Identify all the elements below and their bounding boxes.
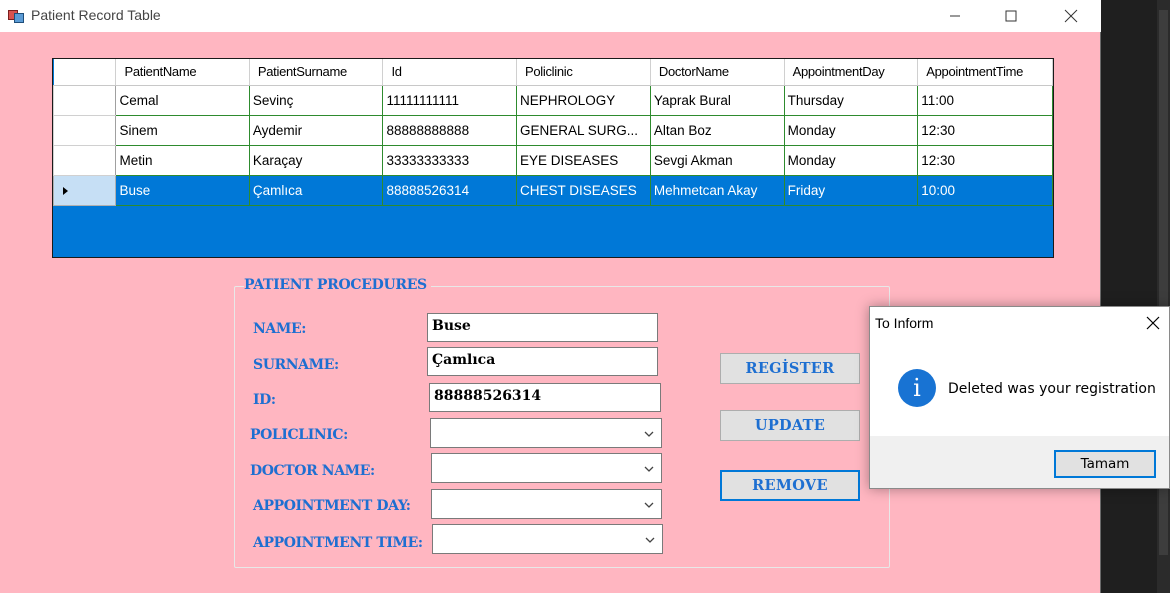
main-window: Patient Record Table PatientName Patient…	[0, 0, 1101, 593]
column-header-patient-surname[interactable]: PatientSurname	[249, 59, 384, 86]
surname-label: SURNAME:	[253, 357, 339, 373]
maximize-button[interactable]	[988, 0, 1034, 32]
chevron-down-icon	[644, 431, 654, 437]
table-cell[interactable]: Mehmetcan Akay	[649, 174, 785, 206]
update-button[interactable]: UPDATE	[720, 410, 860, 441]
table-cell[interactable]: 33333333333	[382, 144, 517, 176]
group-title: PATIENT PROCEDURES	[244, 277, 431, 293]
table-cell[interactable]: Monday	[783, 144, 919, 176]
close-icon	[1064, 9, 1078, 23]
table-cell[interactable]: GENERAL SURG...	[515, 114, 651, 146]
table-cell[interactable]: 11111111111	[382, 84, 517, 116]
appointment-time-label: APPOINTMENT TIME:	[253, 535, 423, 551]
table-cell[interactable]: Sevinç	[248, 84, 384, 116]
table-cell[interactable]: Cemal	[115, 84, 250, 116]
column-header-patient-name[interactable]: PatientName	[115, 59, 250, 86]
dialog-message: Deleted was your registration	[948, 381, 1156, 397]
table-cell[interactable]: 88888526314	[382, 174, 517, 206]
chevron-down-icon	[644, 466, 654, 472]
patient-table: PatientName PatientSurname Id Policlinic…	[53, 59, 1053, 206]
appointment-time-select[interactable]	[432, 524, 663, 554]
table-cell[interactable]: Sevgi Akman	[649, 144, 785, 176]
maximize-icon	[1005, 10, 1017, 22]
row-header[interactable]	[53, 114, 117, 146]
policlinic-select[interactable]	[430, 418, 662, 448]
row-header[interactable]	[53, 84, 117, 116]
table-header-row: PatientName PatientSurname Id Policlinic…	[53, 59, 1053, 86]
register-button[interactable]: REGİSTER	[720, 353, 860, 384]
minimize-icon	[950, 15, 960, 17]
name-label: NAME:	[253, 321, 306, 337]
ok-button[interactable]: Tamam	[1054, 450, 1156, 478]
column-header-id[interactable]: Id	[382, 59, 517, 86]
column-header-policlinic[interactable]: Policlinic	[516, 59, 651, 86]
id-label: ID:	[253, 392, 276, 408]
background-ide	[1101, 0, 1170, 593]
table-row[interactable]: Cemal Sevinç 11111111111 NEPHROLOGY Yapr…	[53, 84, 1053, 116]
policlinic-label: POLICLINIC:	[250, 427, 348, 443]
column-header-appointment-time[interactable]: AppointmentTime	[917, 59, 1053, 86]
info-icon: i	[898, 369, 936, 407]
remove-button[interactable]: REMOVE	[720, 470, 860, 501]
column-header-doctor-name[interactable]: DoctorName	[650, 59, 785, 86]
table-cell[interactable]: Metin	[115, 144, 250, 176]
table-cell[interactable]: Altan Boz	[649, 114, 785, 146]
table-cell[interactable]: 10:00	[917, 174, 1053, 206]
dialog-footer: Tamam	[870, 436, 1169, 488]
table-cell[interactable]: 12:30	[917, 144, 1053, 176]
row-header[interactable]	[53, 144, 117, 176]
table-row[interactable]: Sinem Aydemir 88888888888 GENERAL SURG..…	[53, 114, 1053, 146]
table-cell[interactable]: Buse	[115, 174, 250, 206]
table-cell[interactable]: 12:30	[917, 114, 1053, 146]
doctor-name-label: DOCTOR NAME:	[250, 463, 375, 479]
row-header-corner	[53, 59, 117, 86]
chevron-down-icon	[644, 502, 654, 508]
minimize-button[interactable]	[932, 0, 978, 32]
title-bar[interactable]: Patient Record Table	[0, 0, 1101, 32]
table-cell[interactable]: Thursday	[783, 84, 919, 116]
table-cell[interactable]: 88888888888	[382, 114, 517, 146]
doctor-name-select[interactable]	[431, 453, 662, 483]
appointment-day-label: APPOINTMENT DAY:	[253, 498, 411, 514]
table-row-selected[interactable]: Buse Çamlıca 88888526314 CHEST DISEASES …	[53, 174, 1053, 206]
column-header-appointment-day[interactable]: AppointmentDay	[784, 59, 919, 86]
table-cell[interactable]: 11:00	[917, 84, 1053, 116]
close-button[interactable]	[1048, 0, 1094, 32]
table-row[interactable]: Metin Karaçay 33333333333 EYE DISEASES S…	[53, 144, 1053, 176]
patient-data-grid[interactable]: PatientName PatientSurname Id Policlinic…	[52, 58, 1054, 258]
table-cell[interactable]: Karaçay	[248, 144, 384, 176]
table-cell[interactable]: Friday	[783, 174, 919, 206]
table-cell[interactable]: Çamlıca	[248, 174, 384, 206]
dialog-title: To Inform	[875, 315, 934, 331]
current-row-arrow-icon	[63, 186, 68, 195]
table-cell[interactable]: NEPHROLOGY	[515, 84, 651, 116]
table-cell[interactable]: CHEST DISEASES	[515, 174, 651, 206]
id-input[interactable]: 88888526314	[429, 383, 661, 412]
surname-input[interactable]: Çamlıca	[427, 347, 658, 376]
row-header[interactable]	[53, 174, 117, 206]
table-cell[interactable]: Monday	[783, 114, 919, 146]
close-icon[interactable]	[1145, 315, 1161, 331]
name-input[interactable]: Buse	[427, 313, 658, 342]
table-cell[interactable]: EYE DISEASES	[515, 144, 651, 176]
app-icon	[8, 8, 24, 24]
table-cell[interactable]: Yaprak Bural	[649, 84, 785, 116]
chevron-down-icon	[645, 537, 655, 543]
table-cell[interactable]: Aydemir	[248, 114, 384, 146]
appointment-day-select[interactable]	[431, 489, 662, 519]
table-cell[interactable]: Sinem	[115, 114, 250, 146]
inform-dialog: To Inform i Deleted was your registratio…	[869, 306, 1170, 489]
window-title: Patient Record Table	[31, 7, 161, 23]
